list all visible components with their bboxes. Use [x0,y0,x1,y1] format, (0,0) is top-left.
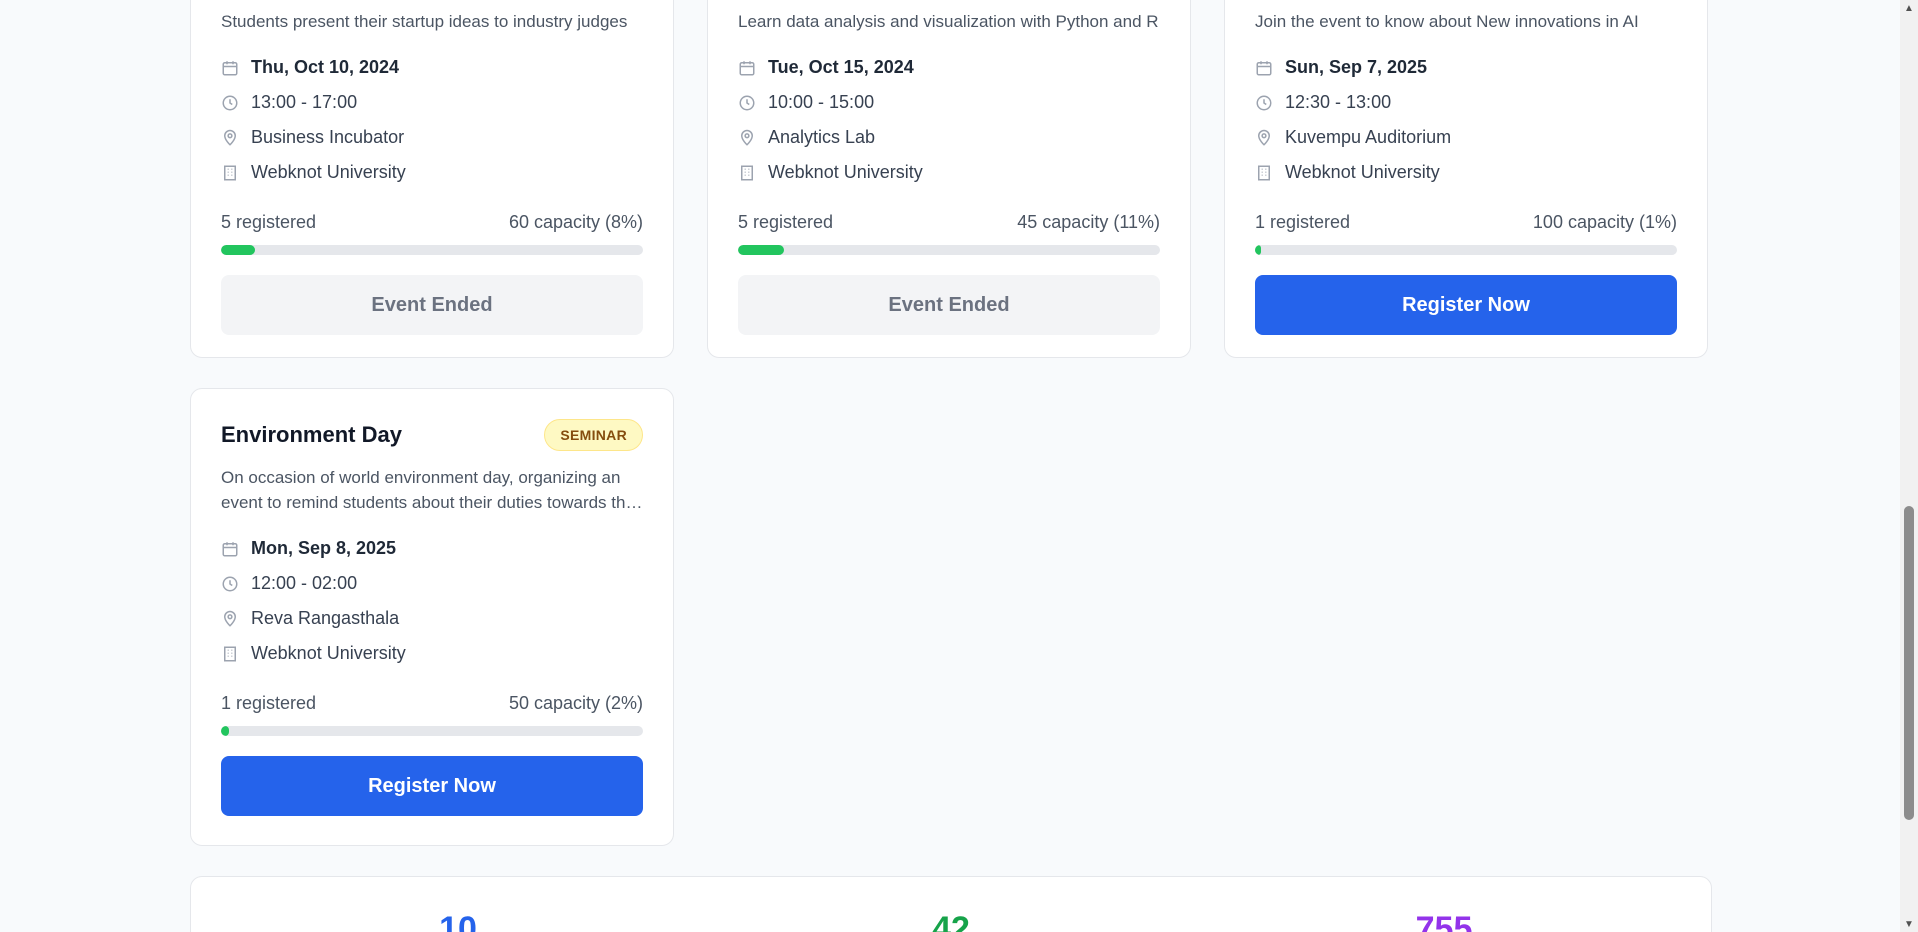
capacity-progress-bar [738,245,1160,255]
capacity-progress-fill [1255,245,1262,255]
capacity-label: 45 capacity (11%) [1017,212,1160,232]
event-date: Sun, Sep 7, 2025 [1255,50,1677,85]
capacity-progress-bar [1255,245,1677,255]
clock-icon [221,94,239,112]
event-date: Mon, Sep 8, 2025 [221,531,643,566]
registered-count: 1 registered [1255,212,1351,232]
event-meta: Sun, Sep 7, 2025 12:30 - 13:00 Kuvempu A… [1255,50,1677,190]
scroll-down-arrow-icon[interactable]: ▼ [1900,916,1918,932]
calendar-icon [221,59,239,77]
scroll-up-arrow-icon[interactable]: ▲ [1900,0,1918,16]
event-meta: Tue, Oct 15, 2024 10:00 - 15:00 Analytic… [738,50,1160,190]
map-pin-icon [221,610,239,628]
event-college: Webknot University [1255,155,1677,190]
events-viewport: Students present their startup ideas to … [0,0,1900,932]
event-description: On occasion of world environment day, or… [221,468,635,512]
event-college: Webknot University [221,155,643,190]
event-card: Students present their startup ideas to … [190,0,674,358]
building-icon [221,164,239,182]
event-date: Tue, Oct 15, 2024 [738,50,1160,85]
register-now-button[interactable]: Register Now [221,756,643,816]
map-pin-icon [221,129,239,147]
event-card-header: Environment Day SEMINAR [221,419,643,451]
capacity-progress-bar [221,726,643,736]
event-college: Webknot University [738,155,1160,190]
event-card: Environment Day SEMINAR On occasion of w… [190,388,674,846]
event-venue: Business Incubator [221,120,643,155]
event-time: 13:00 - 17:00 [221,85,643,120]
capacity-label: 50 capacity (2%) [508,693,643,713]
event-description: Students present their startup ideas to … [221,12,628,31]
event-description: Join the event to know about New innovat… [1255,12,1639,31]
map-pin-icon [1255,129,1273,147]
event-time: 10:00 - 15:00 [738,85,1160,120]
registered-count: 5 registered [221,212,317,232]
event-card: Learn data analysis and visualization wi… [707,0,1191,358]
calendar-icon [738,59,756,77]
scrollbar-thumb[interactable] [1904,506,1914,820]
page-scrollbar[interactable]: ▲ ▼ [1900,0,1918,932]
registered-count: 5 registered [738,212,834,232]
registration-stats: 5 registered 60 capacity (8%) [221,212,643,233]
registration-stats: 1 registered 50 capacity (2%) [221,693,643,714]
event-time: 12:00 - 02:00 [221,566,643,601]
event-ended-button: Event Ended [738,275,1160,335]
calendar-icon [1255,59,1273,77]
building-icon [1255,164,1273,182]
clock-icon [221,575,239,593]
event-venue: Analytics Lab [738,120,1160,155]
event-venue: Kuvempu Auditorium [1255,120,1677,155]
building-icon [221,645,239,663]
event-meta: Mon, Sep 8, 2025 12:00 - 02:00 Reva Rang… [221,531,643,671]
register-now-button[interactable]: Register Now [1255,275,1677,335]
calendar-icon [221,540,239,558]
event-title: Environment Day [221,422,402,447]
clock-icon [738,94,756,112]
event-meta: Thu, Oct 10, 2024 13:00 - 17:00 Business… [221,50,643,190]
event-venue: Reva Rangasthala [221,601,643,636]
capacity-progress-fill [221,245,255,255]
event-college: Webknot University [221,636,643,671]
summary-stat-1: 10 [439,910,477,932]
summary-stat-2: 42 [932,910,970,932]
event-time: 12:30 - 13:00 [1255,85,1677,120]
capacity-label: 60 capacity (8%) [508,212,643,232]
stats-summary-panel: 10 42 755 [190,876,1712,932]
clock-icon [1255,94,1273,112]
event-card: Join the event to know about New innovat… [1224,0,1708,358]
event-ended-button: Event Ended [221,275,643,335]
registration-stats: 1 registered 100 capacity (1%) [1255,212,1677,233]
map-pin-icon [738,129,756,147]
capacity-progress-fill [738,245,785,255]
event-description: Learn data analysis and visualization wi… [738,12,1159,31]
event-type-badge: SEMINAR [544,419,643,451]
event-date: Thu, Oct 10, 2024 [221,50,643,85]
capacity-progress-fill [221,726,230,736]
registered-count: 1 registered [221,693,317,713]
building-icon [738,164,756,182]
capacity-progress-bar [221,245,643,255]
registration-stats: 5 registered 45 capacity (11%) [738,212,1160,233]
summary-stat-3: 755 [1415,910,1473,932]
capacity-label: 100 capacity (1%) [1532,212,1677,232]
